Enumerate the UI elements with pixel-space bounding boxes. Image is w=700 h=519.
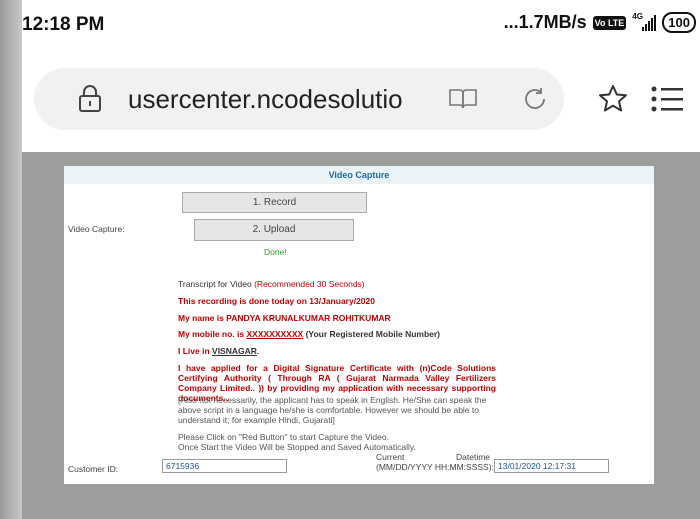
instruction-start: Please Click on "Red Button" to start Ca… xyxy=(178,432,389,442)
status-indicators: ...1.7MB/s Vo LTE 4G 100 xyxy=(504,12,696,33)
network-type: 4G xyxy=(632,11,643,21)
panel-title: Video Capture xyxy=(64,166,654,184)
browser-toolbar: usercenter.ncodesolutio xyxy=(22,52,700,152)
reload-icon[interactable] xyxy=(521,85,549,113)
language-note: [Also not necessarily, the applicant has… xyxy=(178,395,487,425)
datetime-label-datetime: Datetime xyxy=(456,452,491,462)
status-bar: 12:18 PM ...1.7MB/s Vo LTE 4G 100 xyxy=(22,0,700,52)
address-bar[interactable]: usercenter.ncodesolutio xyxy=(34,68,564,130)
script-line-name: My name is PANDYA KRUNALKUMAR ROHITKUMAR xyxy=(178,313,391,323)
datetime-label-format: (MM/DD/YYYY HH:MM:SSSS): xyxy=(376,462,494,472)
datetime-field[interactable]: 13/01/2020 12:17:31 xyxy=(494,459,609,473)
script-line-date: This recording is done today on 13/Janua… xyxy=(178,296,375,306)
battery-icon: 100 xyxy=(662,12,696,33)
star-icon[interactable] xyxy=(597,83,629,115)
volte-icon: Vo LTE xyxy=(592,15,627,30)
mobile-suffix: (Your Registered Mobile Number) xyxy=(305,329,441,339)
datetime-label-current: Current xyxy=(376,452,405,462)
city-end: . xyxy=(256,346,260,356)
customer-id-label: Customer ID: xyxy=(68,464,119,474)
script-line-city: I Live in VISNAGAR. xyxy=(178,346,259,356)
city-prefix: I Live in xyxy=(178,346,210,356)
transcript-label: Transcript for Video xyxy=(178,279,252,289)
url-text[interactable]: usercenter.ncodesolutio xyxy=(128,84,403,115)
video-capture-label: Video Capture: xyxy=(68,224,125,234)
transcript-heading: Transcript for Video (Recommended 30 Sec… xyxy=(178,279,365,289)
customer-id-field[interactable]: 6715936 xyxy=(162,459,287,473)
network-speed: ...1.7MB/s xyxy=(503,12,587,32)
record-button[interactable]: 1. Record xyxy=(182,192,367,213)
upload-button[interactable]: 2. Upload xyxy=(194,219,354,241)
battery-level: 100 xyxy=(668,15,690,30)
signal-icon: 4G xyxy=(632,11,657,31)
mobile-number: XXXXXXXXXX xyxy=(246,329,304,339)
video-capture-panel: Video Capture 1. Record Video Capture: 2… xyxy=(64,166,654,484)
menu-icon[interactable] xyxy=(650,85,684,113)
done-status: Done! xyxy=(264,247,287,257)
status-time: 12:18 PM xyxy=(22,14,105,35)
city-name: VISNAGAR xyxy=(212,346,257,356)
script-line-mobile: My mobile no. is XXXXXXXXXX (Your Regist… xyxy=(178,329,440,339)
reader-mode-icon[interactable] xyxy=(448,88,478,110)
mobile-prefix: My mobile no. is xyxy=(178,329,245,339)
lock-icon[interactable] xyxy=(78,85,102,113)
transcript-note: (Recommended 30 Seconds) xyxy=(254,279,365,289)
left-edge-strip xyxy=(0,0,22,519)
instruction-stop: Once Start the Video Will be Stopped and… xyxy=(178,442,416,452)
